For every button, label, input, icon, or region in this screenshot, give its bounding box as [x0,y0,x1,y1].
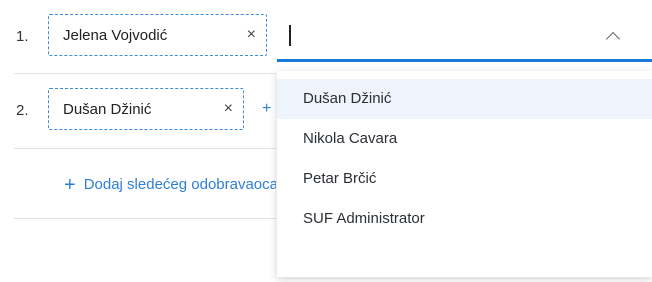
plus-icon[interactable]: + [262,100,271,118]
dropdown-option[interactable]: Dušan Džinić [277,79,652,119]
divider [14,73,276,74]
row-number: 2. [16,102,29,119]
dropdown-option[interactable]: Petar Brčić [277,159,652,199]
approver-chip[interactable]: Dušan Džinić × [48,88,244,130]
chevron-up-icon[interactable] [605,31,621,47]
close-icon[interactable]: × [216,100,233,118]
close-icon[interactable]: × [239,26,256,44]
text-caret [289,25,291,46]
divider [14,218,276,219]
approver-chip[interactable]: Jelena Vojvodić × [48,14,267,56]
approver-select-input[interactable] [277,14,652,62]
dropdown-option[interactable]: Nikola Cavara [277,119,652,159]
dropdown-option[interactable]: SUF Administrator [277,199,652,239]
approver-name: Jelena Vojvodić [63,26,168,44]
row-number: 1. [16,28,29,45]
approver-dropdown: Dušan Džinić Nikola Cavara Petar Brčić S… [277,71,652,277]
approver-name: Dušan Džinić [63,100,152,118]
divider [14,148,276,149]
plus-icon: + [64,174,76,196]
add-next-label: Dodaj sledećeg odobravaoca [83,176,276,193]
add-next-approver-link[interactable]: + Dodaj sledećeg odobravaoca [64,174,276,197]
